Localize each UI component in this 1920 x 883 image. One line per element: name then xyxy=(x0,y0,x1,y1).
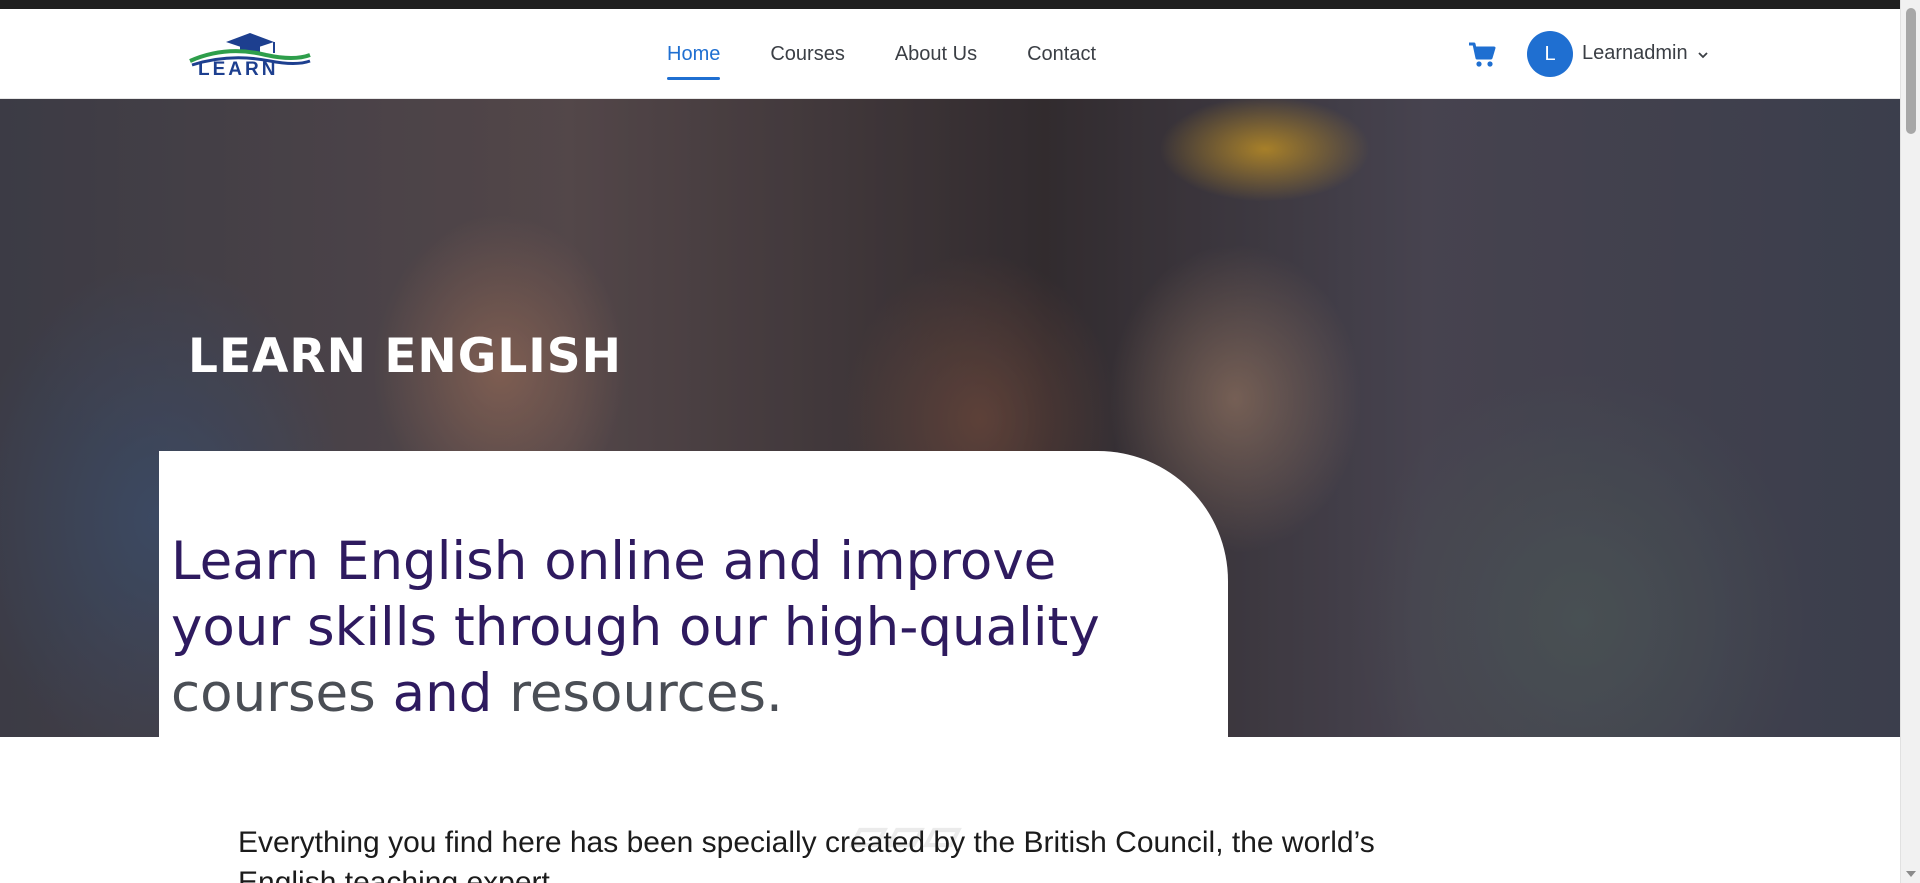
hero-text-card: Learn English online and improve your sk… xyxy=(159,451,1228,737)
site-header: LEARN Home Courses About Us Contact L Le… xyxy=(0,9,1900,99)
hero-headline: Learn English online and improve your sk… xyxy=(171,529,1171,727)
hero-banner: LEARN ENGLISH Learn English online and i… xyxy=(0,99,1900,737)
hero-title: LEARN ENGLISH xyxy=(188,329,622,384)
chevron-down-icon[interactable] xyxy=(1697,49,1709,61)
avatar[interactable]: L xyxy=(1527,31,1573,77)
user-menu-name[interactable]: Learnadmin xyxy=(1582,42,1688,65)
hero-headline-part1: Learn English online and improve your sk… xyxy=(171,531,1100,658)
cart-icon[interactable] xyxy=(1468,42,1496,68)
nav-home[interactable]: Home xyxy=(667,35,721,80)
logo-text: LEARN xyxy=(198,59,279,80)
page-scrollbar[interactable] xyxy=(1900,0,1920,883)
scroll-down-arrow-icon[interactable] xyxy=(1905,869,1917,879)
intro-text-line2: English teaching expert xyxy=(238,866,550,883)
hero-headline-part3: and xyxy=(375,663,510,724)
intro-text-line1: Everything you find here has been specia… xyxy=(238,826,1375,859)
scrollbar-thumb[interactable] xyxy=(1906,8,1916,134)
nav-about-us[interactable]: About Us xyxy=(895,35,977,74)
hero-headline-part2: courses xyxy=(171,663,376,724)
nav-contact[interactable]: Contact xyxy=(1027,35,1096,74)
nav-courses[interactable]: Courses xyxy=(770,35,844,74)
browser-top-strip xyxy=(0,0,1900,9)
learn-logo[interactable]: LEARN xyxy=(186,31,314,81)
hero-headline-part4: resources. xyxy=(509,663,783,724)
main-nav: Home Courses About Us Contact xyxy=(667,9,1146,99)
